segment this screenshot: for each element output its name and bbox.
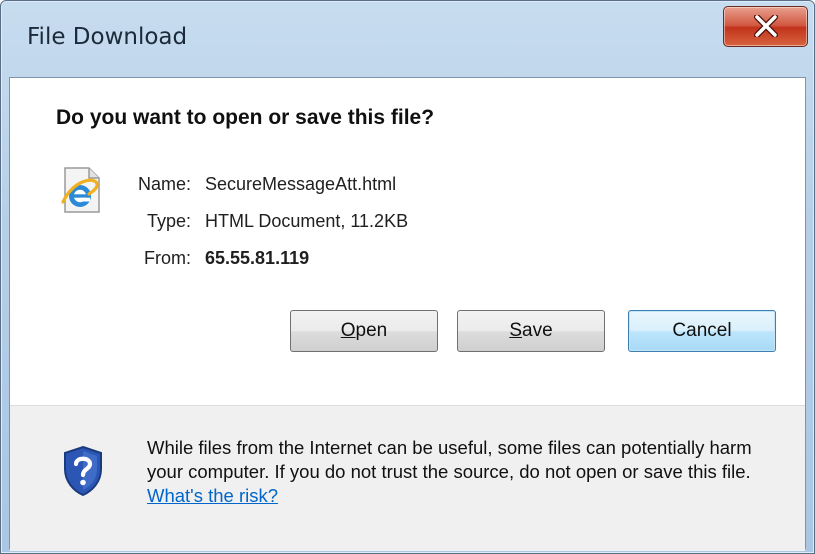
close-button[interactable] — [723, 6, 808, 47]
save-button[interactable]: Save — [457, 310, 605, 352]
prompt-question: Do you want to open or save this file? — [56, 106, 435, 129]
shield-question-icon — [64, 445, 102, 497]
file-source-value: 65.55.81.119 — [205, 248, 310, 268]
cancel-button-label: Cancel — [672, 320, 732, 341]
warning-message: While files from the Internet can be use… — [147, 437, 752, 482]
dialog-body: Do you want to open or save this file? N… — [9, 77, 806, 551]
save-button-mnemonic: S — [509, 320, 523, 341]
open-button-mnemonic: O — [340, 320, 356, 341]
open-button-label: pen — [355, 320, 388, 341]
file-name-label: Name: — [137, 174, 191, 194]
security-warning-panel: While files from the Internet can be use… — [10, 405, 805, 551]
window-title: File Download — [27, 24, 188, 50]
file-download-dialog: File Download Do you want to open or sav… — [0, 0, 815, 554]
file-source-label: From: — [144, 248, 191, 268]
file-name-value: SecureMessageAtt.html — [205, 174, 397, 194]
close-icon — [754, 15, 778, 37]
title-bar[interactable]: File Download — [1, 1, 814, 77]
save-button-label: ave — [522, 320, 553, 341]
security-warning-text: While files from the Internet can be use… — [147, 436, 787, 508]
open-button[interactable]: Open — [290, 310, 438, 352]
file-info-panel: Do you want to open or save this file? N… — [10, 78, 805, 405]
whats-the-risk-link[interactable]: What's the risk? — [147, 485, 278, 506]
cancel-button[interactable]: Cancel — [628, 310, 776, 352]
file-type-label: Type: — [146, 211, 191, 231]
file-type-value: HTML Document, 11.2KB — [205, 211, 409, 231]
